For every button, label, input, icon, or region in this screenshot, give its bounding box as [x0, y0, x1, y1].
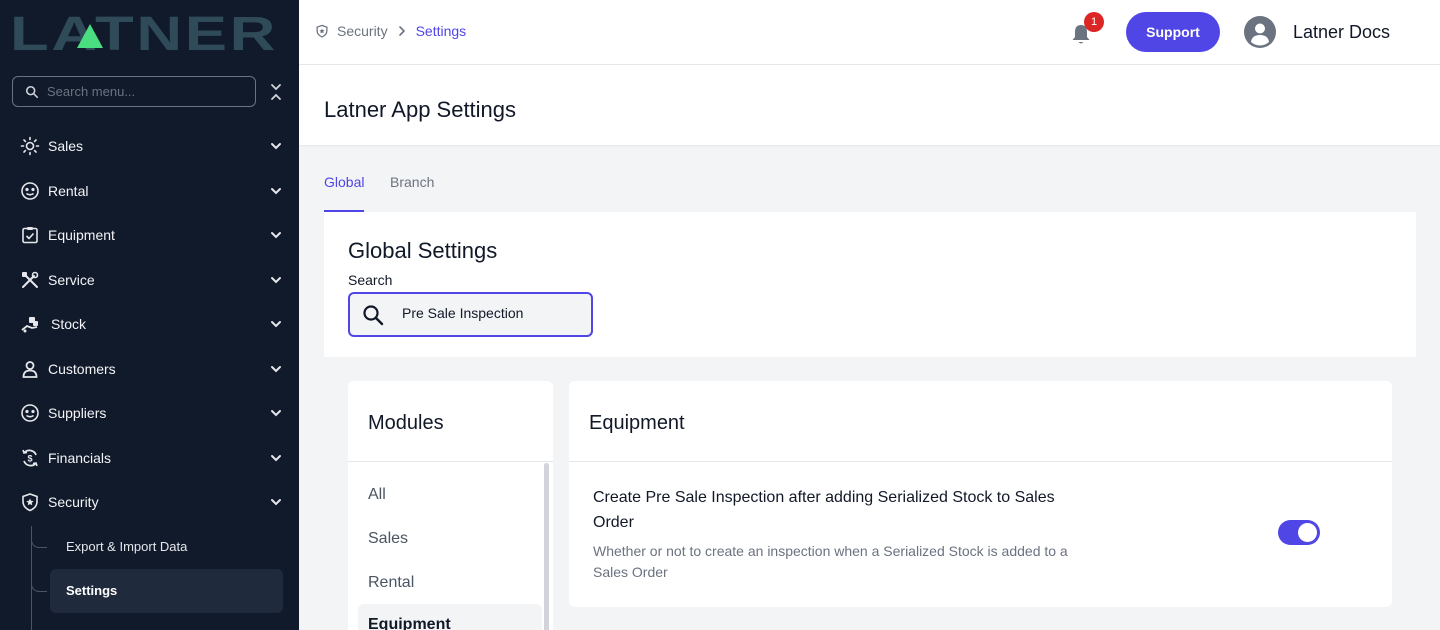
module-item-sales[interactable]: Sales — [358, 518, 542, 558]
sidebar-item-label: Financials — [48, 450, 112, 466]
sidebar-item-label: Stock — [51, 316, 87, 332]
rental-icon — [21, 182, 39, 200]
chevron-down-icon — [271, 455, 281, 462]
settings-search-field[interactable] — [348, 292, 593, 337]
sales-icon — [20, 136, 40, 156]
menu-search-input[interactable] — [47, 84, 237, 99]
sidebar-item-label: Customers — [48, 361, 116, 377]
modules-card: Modules All Sales Rental Equipment — [348, 381, 553, 630]
chevron-down-icon — [271, 277, 281, 284]
sidebar-subitem-export-import[interactable]: Export & Import Data — [50, 525, 283, 569]
sidebar-item-label: Sales — [48, 138, 84, 154]
submenu-tree-branch — [31, 526, 47, 548]
shield-icon — [22, 493, 38, 512]
sidebar-subitem-label: Export & Import Data — [66, 539, 188, 554]
svg-text:LATNER: LATNER — [10, 10, 278, 54]
divider — [569, 461, 1392, 462]
breadcrumb-security-link[interactable]: Security — [337, 23, 388, 39]
support-button[interactable]: Support — [1126, 12, 1220, 52]
sidebar-item-label: Service — [48, 272, 95, 288]
financials-icon: $ — [22, 449, 38, 467]
search-icon — [25, 85, 39, 98]
sidebar-item-label: Security — [48, 494, 99, 510]
sidebar-item-sales[interactable]: Sales — [0, 126, 299, 166]
module-item-label: Equipment — [368, 616, 451, 630]
setting-description: Whether or not to create an inspection w… — [593, 543, 1068, 580]
chevron-down-icon — [271, 410, 281, 417]
breadcrumb: Security Settings — [315, 23, 466, 39]
topbar: Security Settings 1 Support Latner Docs — [299, 0, 1440, 65]
divider — [348, 461, 553, 462]
page-title: Latner App Settings — [324, 97, 517, 122]
page-header: Latner App Settings — [299, 65, 1440, 145]
global-settings-title: Global Settings — [348, 238, 498, 263]
sidebar-item-stock[interactable]: Stock — [0, 304, 299, 344]
chevron-right-icon — [398, 26, 405, 36]
menu-search[interactable] — [12, 76, 256, 107]
pre-sale-inspection-toggle[interactable] — [1278, 520, 1320, 545]
submenu-tree-branch — [31, 570, 47, 592]
module-item-equipment[interactable]: Equipment — [358, 604, 542, 630]
sidebar-item-customers[interactable]: Customers — [0, 349, 299, 389]
equipment-icon — [22, 227, 38, 244]
modules-title: Modules — [368, 412, 444, 434]
tab-global[interactable]: Global — [324, 174, 365, 212]
setting-title: Create Pre Sale Inspection after adding … — [593, 489, 1055, 531]
notification-badge: 1 — [1084, 12, 1104, 32]
settings-search-label: Search — [348, 272, 393, 288]
sidebar-item-label: Equipment — [48, 227, 115, 243]
user-name[interactable]: Latner Docs — [1293, 22, 1390, 43]
breadcrumb-current[interactable]: Settings — [416, 23, 467, 39]
sidebar-item-rental[interactable]: Rental — [0, 171, 299, 211]
equipment-settings-card: Equipment Create Pre Sale Inspection aft… — [569, 381, 1392, 607]
sidebar-item-label: Rental — [48, 183, 89, 199]
svg-text:$: $ — [27, 454, 32, 464]
chevron-down-icon — [271, 321, 281, 328]
module-item-all[interactable]: All — [358, 474, 542, 514]
chevron-down-icon — [271, 366, 281, 373]
service-icon — [22, 271, 39, 288]
module-item-label: All — [368, 486, 386, 503]
sidebar-subitem-settings[interactable]: Settings — [50, 569, 283, 613]
collapse-sidebar-icon[interactable] — [268, 82, 284, 102]
sidebar-subitem-label: Settings — [66, 583, 118, 598]
sidebar-item-label: Suppliers — [48, 405, 107, 421]
chevron-down-icon — [271, 143, 281, 150]
sidebar-item-security[interactable]: Security — [0, 482, 299, 522]
tab-branch[interactable]: Branch — [390, 174, 434, 212]
sidebar-item-suppliers[interactable]: Suppliers — [0, 393, 299, 433]
shield-icon — [316, 24, 328, 38]
sidebar-item-service[interactable]: Service — [0, 260, 299, 300]
toggle-knob — [1298, 523, 1317, 542]
chevron-down-icon — [271, 232, 281, 239]
modules-scrollbar[interactable] — [544, 463, 549, 630]
settings-search-input[interactable] — [402, 305, 582, 321]
user-avatar-icon[interactable] — [1244, 16, 1276, 48]
sidebar: LATNER Sales Rental Equipment Service St… — [0, 0, 299, 630]
suppliers-icon — [21, 404, 39, 422]
chevron-down-icon — [271, 499, 281, 506]
module-item-rental[interactable]: Rental — [358, 562, 542, 602]
customers-icon — [22, 361, 38, 378]
stock-icon — [21, 317, 38, 333]
global-settings-panel: Global Settings Search — [324, 212, 1416, 357]
equipment-title: Equipment — [589, 412, 685, 434]
module-item-label: Sales — [368, 530, 409, 547]
search-icon — [363, 305, 384, 326]
sidebar-item-financials[interactable]: $ Financials — [0, 438, 299, 478]
chevron-down-icon — [271, 188, 281, 195]
module-item-label: Rental — [368, 574, 415, 591]
sidebar-item-equipment[interactable]: Equipment — [0, 215, 299, 255]
latner-logo[interactable]: LATNER — [10, 10, 280, 54]
